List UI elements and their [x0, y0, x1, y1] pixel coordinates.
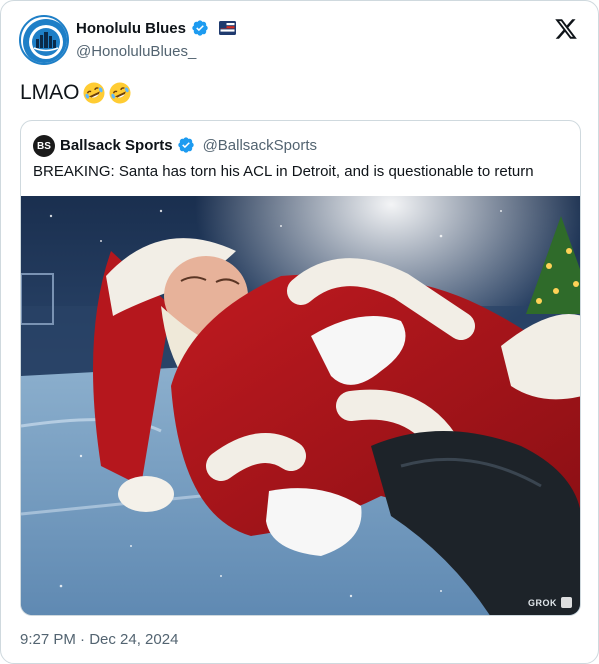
quoted-author-avatar[interactable]: BS: [33, 135, 55, 157]
honolulu-blues-logo-icon: [23, 19, 67, 63]
verified-badge-icon: [177, 137, 194, 153]
tweet-card: Honolulu Blues @HonoluluBlues_ LMAO BS B…: [0, 0, 599, 664]
quoted-tweet-image[interactable]: GROK: [21, 196, 580, 615]
x-logo-icon[interactable]: [554, 17, 578, 41]
tweet-text: LMAO: [20, 81, 132, 105]
author-handle[interactable]: @HonoluluBlues_: [76, 43, 196, 60]
verified-badge-icon: [192, 20, 208, 36]
santa-on-ice-illustration: [21, 196, 580, 615]
author-avatar[interactable]: [19, 15, 69, 65]
flag-icon: [219, 21, 236, 35]
quoted-display-name[interactable]: Ballsack Sports: [60, 137, 173, 154]
author-display-name[interactable]: Honolulu Blues: [76, 20, 186, 37]
grok-watermark: GROK: [528, 597, 572, 608]
quoted-tweet[interactable]: BS Ballsack Sports @BallsackSports BREAK…: [20, 120, 581, 616]
quoted-author-row: Ballsack Sports @BallsackSports: [60, 136, 317, 154]
author-name-row: Honolulu Blues: [76, 19, 236, 37]
tweet-timestamp[interactable]: 9:27 PM · Dec 24, 2024: [20, 631, 178, 648]
rolling-laughing-emoji-icon: [109, 82, 131, 104]
grok-logo-icon: [561, 597, 572, 608]
rolling-laughing-emoji-icon: [83, 82, 105, 104]
tweet-text-content: LMAO: [20, 81, 80, 104]
quoted-handle[interactable]: @BallsackSports: [203, 137, 317, 154]
quoted-tweet-text: BREAKING: Santa has torn his ACL in Detr…: [33, 163, 534, 180]
grok-watermark-text: GROK: [528, 597, 557, 608]
